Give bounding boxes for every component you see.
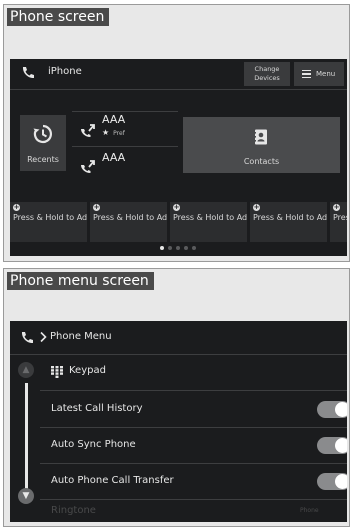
scroll-up-icon[interactable]: ▲	[18, 362, 34, 378]
phone-menu-panel: Phone menu screen Phone Menu ▲ ▼ Keypad …	[3, 268, 350, 527]
page-dot[interactable]	[176, 246, 180, 250]
speed-dial-slot[interactable]: + Press & Hold to Add	[250, 202, 327, 242]
auto-phone-call-transfer-toggle[interactable]	[317, 473, 347, 490]
phone-menu-screen: Phone Menu ▲ ▼ Keypad Latest Call Histor…	[10, 321, 347, 522]
star-icon: ★	[102, 128, 110, 137]
favorite-item[interactable]: AAA ★ Pref	[72, 111, 178, 147]
contacts-icon	[254, 129, 267, 145]
menu-item-label: Latest Call History	[51, 403, 143, 414]
recents-button[interactable]: Recents	[20, 115, 66, 171]
page-title: Phone Menu	[50, 331, 112, 342]
speed-dial-slot[interactable]: + Press & Hold to Add	[330, 202, 347, 242]
favorite-tag: Pref	[113, 130, 125, 137]
menu-button[interactable]: Menu	[294, 62, 344, 86]
device-name: iPhone	[48, 66, 82, 77]
auto-sync-phone-toggle[interactable]	[317, 437, 347, 454]
speed-dial-label: Press & Hold to Add	[173, 213, 247, 222]
scroll-down-icon[interactable]: ▼	[18, 488, 34, 504]
speed-dial-label: Press & Hold to Add	[333, 213, 347, 222]
menu-item-latest-call-history[interactable]: Latest Call History	[40, 392, 347, 428]
menu-item-label: Auto Sync Phone	[51, 439, 136, 450]
add-icon: +	[93, 203, 100, 211]
phone-icon	[22, 67, 34, 79]
menu-item-ringtone[interactable]: Ringtone	[51, 505, 96, 516]
menu-item-auto-sync-phone[interactable]: Auto Sync Phone	[40, 428, 347, 464]
menu-item-label: Keypad	[69, 365, 106, 376]
speed-dial-label: Press & Hold to Add	[13, 213, 87, 222]
breadcrumb: Phone Menu	[10, 321, 347, 355]
speed-dial-slot[interactable]: + Press & Hold to Add	[10, 202, 87, 242]
toggle-knob	[335, 438, 347, 453]
speed-dial-label: Press & Hold to Add	[253, 213, 327, 222]
page-dot[interactable]	[160, 246, 164, 250]
favorite-item[interactable]: AAA	[72, 147, 178, 183]
speed-dial-slot[interactable]: + Press & Hold to Add	[170, 202, 247, 242]
page-indicator	[160, 246, 200, 252]
menu-icon	[302, 70, 311, 78]
add-icon: +	[253, 203, 260, 211]
phone-screen-panel: Phone screen iPhone Change Devices Menu …	[3, 4, 350, 262]
favorite-name: AAA	[102, 113, 126, 126]
add-icon: +	[173, 203, 180, 211]
toggle-knob	[335, 402, 347, 417]
add-icon: +	[333, 203, 340, 211]
speed-dial-slot[interactable]: + Press & Hold to Add	[90, 202, 167, 242]
toggle-knob	[335, 474, 347, 489]
speed-dial-label: Press & Hold to Add	[93, 213, 167, 222]
page-dot[interactable]	[192, 246, 196, 250]
missed-call-icon	[81, 124, 95, 137]
phone-top-bar: iPhone Change Devices Menu	[10, 59, 347, 87]
phone-screen-caption: Phone screen	[7, 8, 110, 26]
keypad-icon	[51, 366, 63, 378]
add-icon: +	[13, 203, 20, 211]
menu-button-label: Menu	[316, 70, 336, 78]
missed-call-icon	[81, 160, 95, 173]
divider	[10, 89, 347, 90]
menu-item-keypad[interactable]: Keypad	[40, 355, 347, 391]
favorite-pref: ★ Pref	[102, 128, 125, 137]
scrollbar[interactable]	[25, 383, 28, 494]
speed-dial-row: + Press & Hold to Add + Press & Hold to Ad…	[10, 202, 347, 242]
favorite-name: AAA	[102, 151, 126, 164]
page-dot[interactable]	[184, 246, 188, 250]
contacts-button[interactable]: Contacts	[183, 117, 340, 173]
contacts-label: Contacts	[243, 157, 280, 166]
page-dot[interactable]	[168, 246, 172, 250]
history-icon	[33, 124, 52, 144]
latest-call-history-toggle[interactable]	[317, 401, 347, 418]
menu-item-auto-phone-call-transfer[interactable]: Auto Phone Call Transfer	[40, 464, 347, 500]
phone-screen: iPhone Change Devices Menu Recents AAA ★	[10, 59, 347, 256]
phone-icon[interactable]	[19, 330, 35, 346]
recents-label: Recents	[27, 155, 59, 164]
change-devices-button[interactable]: Change Devices	[244, 62, 290, 86]
chevron-right-icon	[40, 331, 47, 343]
phone-menu-caption: Phone menu screen	[7, 272, 154, 290]
menu-item-label: Auto Phone Call Transfer	[51, 475, 174, 486]
ringtone-value: Phone	[300, 507, 319, 514]
